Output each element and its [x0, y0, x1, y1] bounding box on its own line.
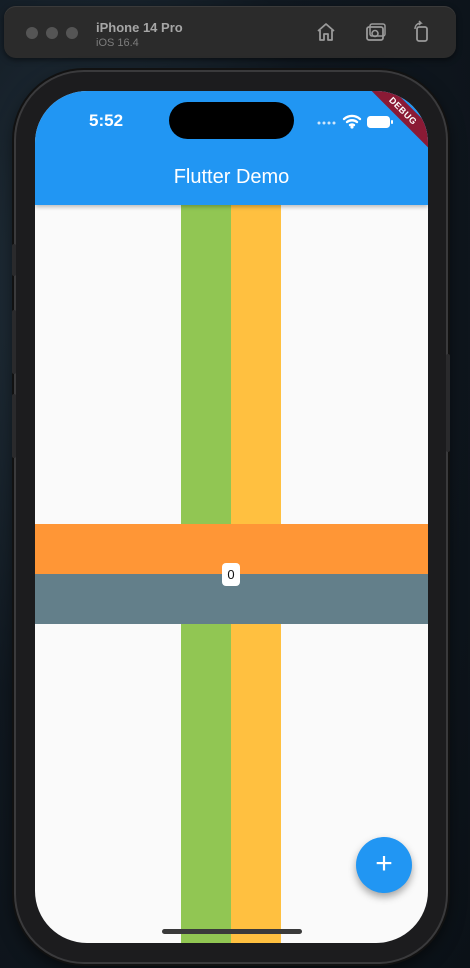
- app-screen: 0 5:52 Flutter Demo DEBUG +: [35, 91, 428, 943]
- app-bar: 5:52 Flutter Demo: [35, 91, 428, 205]
- window-minimize-dot[interactable]: [46, 27, 58, 39]
- yellow-bar: [231, 91, 281, 943]
- rotate-icon[interactable]: [410, 20, 434, 44]
- app-bar-title: Flutter Demo: [173, 166, 290, 188]
- wifi-icon: [342, 114, 362, 127]
- volume-down-button: [12, 394, 16, 458]
- signal-icon: [317, 121, 336, 125]
- action-button: [12, 244, 16, 276]
- window-zoom-dot[interactable]: [66, 27, 78, 39]
- device-name: iPhone 14 Pro: [96, 20, 183, 35]
- dynamic-island: [169, 102, 294, 139]
- home-icon[interactable]: [314, 20, 338, 44]
- volume-up-button: [12, 310, 16, 374]
- battery-icon: [367, 116, 390, 128]
- green-bar: [181, 91, 231, 943]
- status-icons: [317, 111, 397, 131]
- window-close-dot[interactable]: [26, 27, 38, 39]
- screenshot-icon[interactable]: [364, 20, 388, 44]
- add-button[interactable]: +: [356, 837, 412, 893]
- power-button: [446, 354, 450, 452]
- counter-label: 0: [222, 563, 240, 586]
- add-icon: +: [375, 847, 393, 880]
- simulator-toolbar: iPhone 14 Pro iOS 16.4: [4, 6, 456, 58]
- home-indicator[interactable]: [162, 929, 302, 934]
- os-version: iOS 16.4: [96, 37, 139, 49]
- status-time: 5:52: [89, 111, 124, 130]
